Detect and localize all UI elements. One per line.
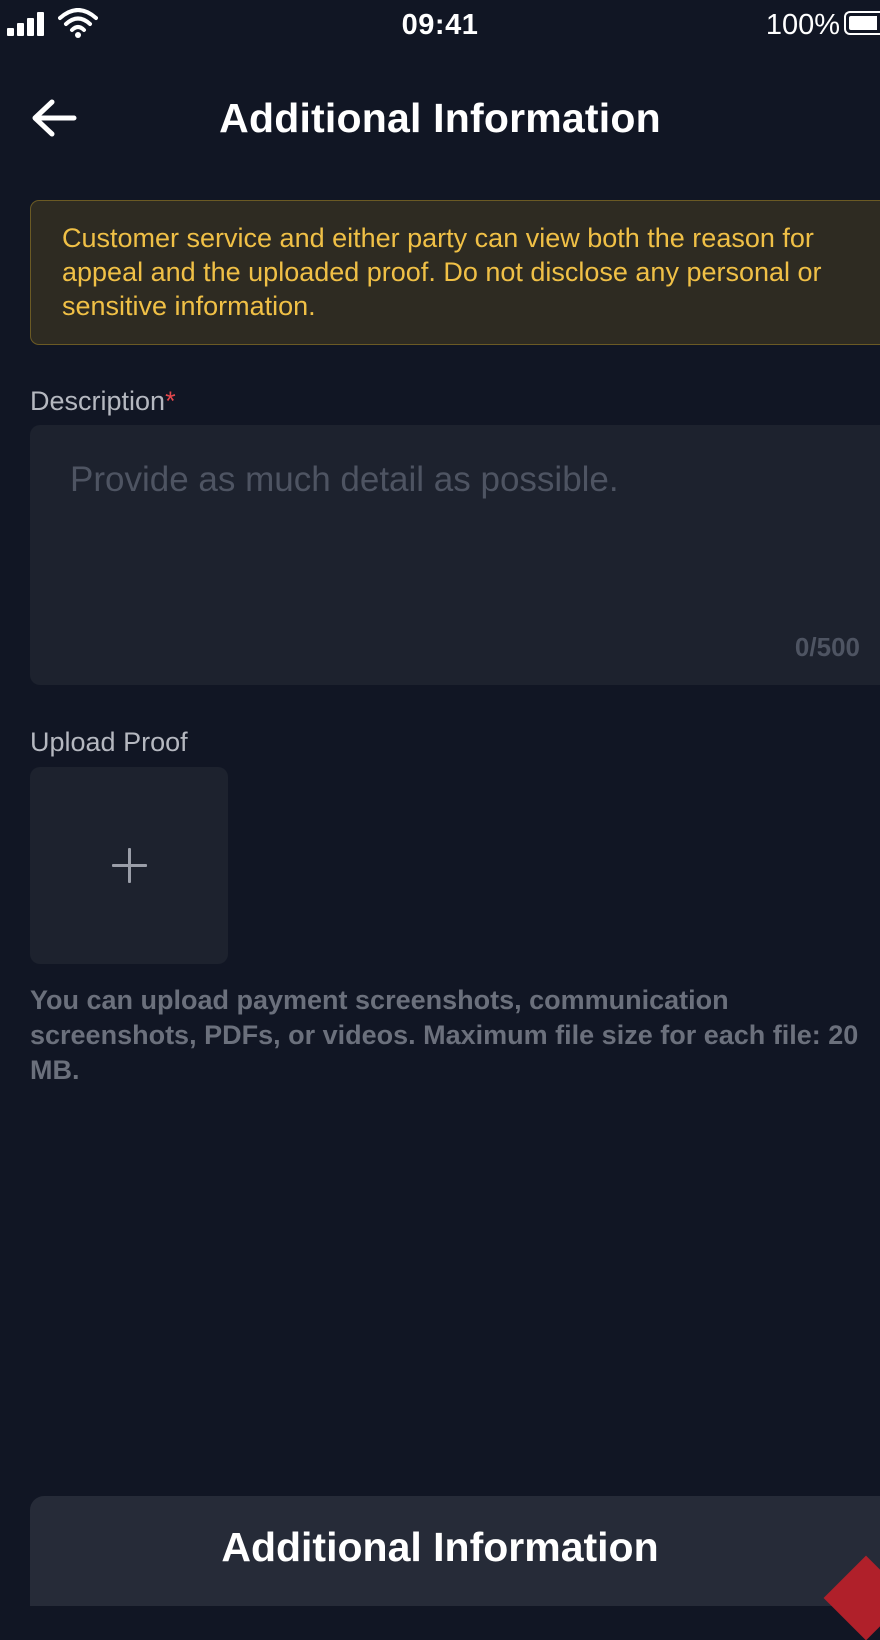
additional-information-button-label: Additional Information xyxy=(221,1524,659,1570)
required-mark: * xyxy=(165,386,176,416)
privacy-notice: Customer service and either party can vi… xyxy=(30,200,880,345)
description-input[interactable] xyxy=(30,425,880,685)
battery-percentage: 100% xyxy=(765,9,840,41)
upload-proof-label: Upload Proof xyxy=(30,727,188,757)
battery-icon xyxy=(844,11,880,35)
description-label: Description* xyxy=(30,386,176,417)
upload-proof-button[interactable] xyxy=(30,767,228,964)
header: Additional Information xyxy=(0,80,880,156)
page-title: Additional Information xyxy=(219,95,661,141)
description-label-text: Description xyxy=(30,386,166,416)
character-counter: 0/500 xyxy=(794,632,860,662)
plus-icon xyxy=(112,848,147,883)
description-field: 0/500 xyxy=(30,425,880,685)
additional-information-button[interactable]: Additional Information xyxy=(30,1496,880,1640)
status-time: 09:41 xyxy=(401,9,479,41)
status-bar: 09:41 100% xyxy=(0,0,880,50)
privacy-notice-text: Customer service and either party can vi… xyxy=(62,223,822,321)
upload-hint: You can upload payment screenshots, comm… xyxy=(30,985,859,1085)
